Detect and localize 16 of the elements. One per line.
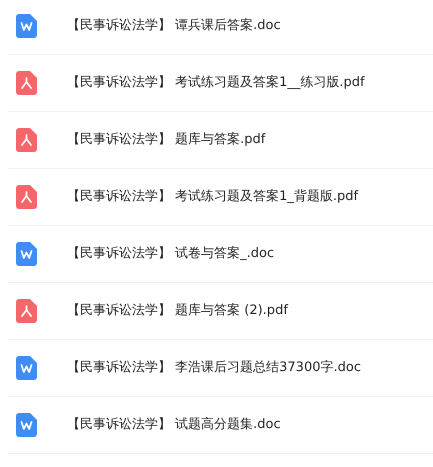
word-document-icon (16, 413, 37, 437)
pdf-document-icon (16, 71, 37, 95)
file-name[interactable]: 【民事诉讼法学】 谭兵课后答案.doc (67, 16, 281, 36)
word-document-icon (16, 356, 37, 380)
pdf-document-icon (16, 185, 37, 209)
pdf-document-icon (16, 128, 37, 152)
pdf-document-icon (16, 299, 37, 323)
file-name[interactable]: 【民事诉讼法学】 李浩课后习题总结37300字.doc (67, 358, 361, 378)
file-name[interactable]: 【民事诉讼法学】 考试练习题及答案1_背题版.pdf (67, 187, 358, 207)
word-document-icon (16, 242, 37, 266)
file-name[interactable]: 【民事诉讼法学】 考试练习题及答案1__练习版.pdf (67, 73, 365, 93)
file-name[interactable]: 【民事诉讼法学】 试卷与答案_.doc (67, 244, 274, 264)
word-document-icon (16, 14, 37, 38)
file-name[interactable]: 【民事诉讼法学】 题库与答案.pdf (67, 130, 266, 150)
file-name[interactable]: 【民事诉讼法学】 试题高分题集.doc (67, 415, 281, 435)
file-name[interactable]: 【民事诉讼法学】 题库与答案 (2).pdf (67, 301, 288, 321)
